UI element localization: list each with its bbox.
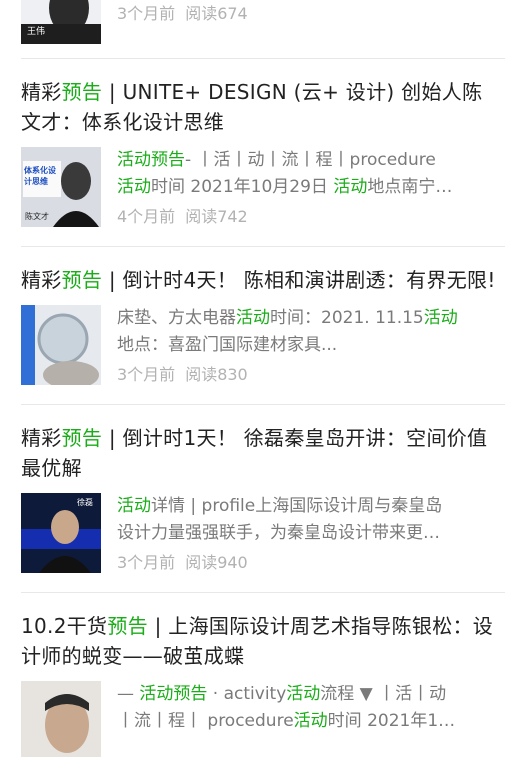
article-age: 3个月前 [117,365,176,384]
highlight-keyword: 活动 [333,177,368,197]
highlight-keyword: 预告 [61,426,103,450]
text-segment: 详情 | profile上海国际设计周与秦皇岛 [151,496,443,516]
article-age: 3个月前 [117,553,176,572]
text-segment: - 丨活丨动丨流丨程丨procedure [185,150,436,170]
article-snippet: — 活动预告 · activity活动流程 ▼ 丨活丨动 丨流丨程丨 proce… [117,681,505,735]
highlight-keyword: 活动 [286,684,321,704]
magnifier-image [21,305,101,385]
thumb-caption: 陈文才 [25,212,49,221]
text-segment: 流程 ▼ 丨活丨动 [320,684,447,704]
snippet-line: 活动时间 2021年10月29日 活动地点南宁… [117,174,505,201]
snippet-line: 地点：喜盈门国际建材家具... [117,332,505,359]
thumb-label: 体系化设计思维 [24,166,56,186]
highlight-keyword: 预告 [61,80,103,104]
article-info: 3个月前 阅读940 [117,552,505,574]
snippet-line: 床垫、方太电器活动时间：2021. 11.15活动 [117,305,505,332]
article-card[interactable]: 精彩预告 | UNITE+ DESIGN (云+ 设计) 创始人陈文才：体系化设… [21,59,505,247]
highlight-keyword: 活动 [236,308,270,328]
article-read-count: 阅读742 [185,207,248,226]
article-card[interactable]: 王伟 活动时间 2021年11月20日 活动地点 浩然... 3个月前阅读674 [21,0,505,59]
article-card[interactable]: 精彩预告 | 倒计时4天！ 陈相和演讲剧透：有界无限! 床垫、方太电器活动时间：… [21,247,505,405]
text-segment: 10.2干货 [21,614,108,638]
article-thumbnail: 徐磊 [21,493,101,573]
text-segment: 设计力量强强联手，为秦皇岛设计带来更… [117,523,440,543]
text-segment: 地点南宁… [367,177,453,197]
text-segment: 地点：喜盈门国际建材家具... [117,335,338,355]
article-age: 4个月前 [117,207,176,226]
text-segment: · activity [207,684,287,704]
portrait-image [21,0,101,44]
text-segment: 精彩 [21,426,62,450]
portrait-image [21,681,101,757]
snippet-line: 活动详情 | profile上海国际设计周与秦皇岛 [117,493,505,520]
article-info: 4个月前 阅读742 [117,206,505,228]
highlight-keyword: 活动 [117,496,151,516]
highlight-keyword: 活动 [293,711,328,731]
highlight-keyword: 活动 [423,308,458,328]
text-segment: 床垫、方太电器 [117,308,236,328]
article-thumbnail: 王伟 [21,0,101,44]
article-title[interactable]: 精彩预告 | 倒计时1天！ 徐磊秦皇岛开讲：空间价值最优解 [21,405,505,483]
text-segment: 精彩 [21,80,62,104]
text-segment: 丨流丨程丨 procedure [117,711,294,731]
article-title[interactable]: 10.2干货预告 | 上海国际设计周艺术指导陈银松：设计师的蜕变——破茧成蝶 [21,593,505,671]
article-snippet: 床垫、方太电器活动时间：2021. 11.15活动 地点：喜盈门国际建材家具..… [117,305,505,359]
article-snippet: 活动预告- 丨活丨动丨流丨程丨procedure 活动时间 2021年10月29… [117,147,505,201]
article-read-count: 阅读940 [185,553,248,572]
article-thumbnail [21,681,101,757]
text-segment: 时间 2021年10月29日 [151,177,334,197]
snippet-line: — 活动预告 · activity活动流程 ▼ 丨活丨动 [117,681,505,708]
highlight-keyword: 预告 [107,614,148,638]
article-snippet: 活动详情 | profile上海国际设计周与秦皇岛 设计力量强强联手，为秦皇岛设… [117,493,505,547]
text-segment: 时间：2021. 11.15 [270,308,424,328]
highlight-keyword: 预告 [61,268,103,292]
thumb-caption: 王伟 [27,27,46,37]
article-title[interactable]: 精彩预告 | 倒计时4天！ 陈相和演讲剧透：有界无限! [21,247,505,295]
article-card[interactable]: 精彩预告 | 倒计时1天！ 徐磊秦皇岛开讲：空间价值最优解 徐磊 活动详情 | … [21,405,505,593]
snippet-line: 活动预告- 丨活丨动丨流丨程丨procedure [117,147,505,174]
article-read-count: 阅读674 [185,4,248,23]
text-segment: 精彩 [21,268,62,292]
article-card[interactable]: 10.2干货预告 | 上海国际设计周艺术指导陈银松：设计师的蜕变——破茧成蝶 —… [21,593,505,757]
text-segment: — [117,684,140,704]
article-info: 3个月前 阅读830 [117,364,505,386]
article-feed: 王伟 活动时间 2021年11月20日 活动地点 浩然... 3个月前阅读674… [0,0,520,757]
highlight-keyword: 活动预告 [117,150,185,170]
text-segment: 时间 2021年1… [327,711,456,731]
snippet-line: 设计力量强强联手，为秦皇岛设计带来更… [117,520,505,547]
article-read-count: 阅读830 [185,365,248,384]
article-age: 3个月前 [117,4,176,23]
article-info: 3个月前 阅读674 [117,3,505,25]
snippet-line: 丨流丨程丨 procedure活动时间 2021年1… [117,708,505,735]
text-segment: | 倒计时4天！ 陈相和演讲剧透：有界无限! [102,268,496,292]
article-thumbnail: 体系化设计思维 陈文才 [21,147,101,227]
article-title[interactable]: 精彩预告 | UNITE+ DESIGN (云+ 设计) 创始人陈文才：体系化设… [21,59,505,137]
article-thumbnail [21,305,101,385]
highlight-keyword: 活动预告 [139,684,208,704]
highlight-keyword: 活动 [117,177,151,197]
thumb-label: 徐磊 [77,498,93,507]
